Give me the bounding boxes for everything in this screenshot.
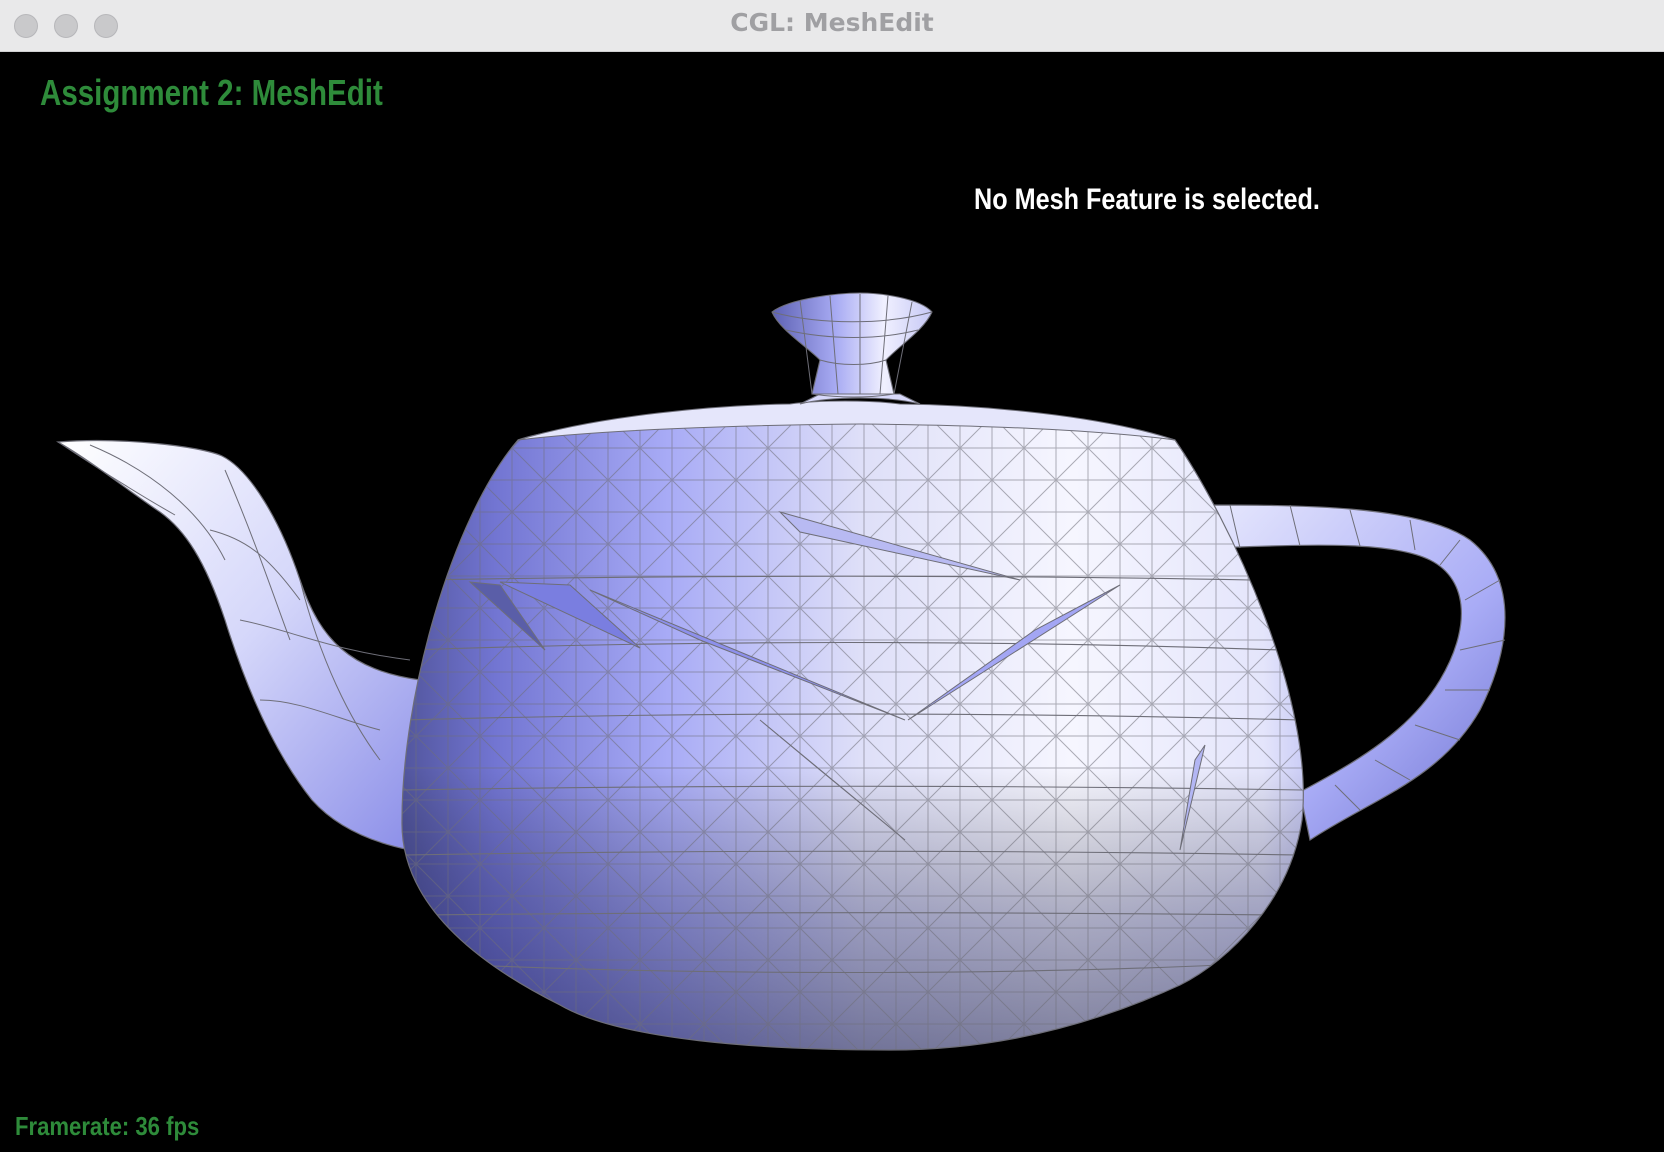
selection-status: No Mesh Feature is selected. (974, 183, 1320, 216)
teapot-knob (771, 292, 933, 395)
framerate-readout: Framerate: 36 fps (15, 1111, 200, 1141)
render-viewport[interactable]: Assignment 2: MeshEdit No Mesh Feature i… (0, 52, 1664, 1152)
teapot-spout (55, 440, 421, 851)
window-title: CGL: MeshEdit (730, 8, 934, 37)
teapot-mesh[interactable] (0, 52, 1664, 1152)
app-window: CGL: MeshEdit Assignment 2: MeshEdit No … (0, 0, 1664, 1152)
assignment-title: Assignment 2: MeshEdit (40, 72, 383, 113)
title-bar[interactable]: CGL: MeshEdit (0, 0, 1664, 52)
